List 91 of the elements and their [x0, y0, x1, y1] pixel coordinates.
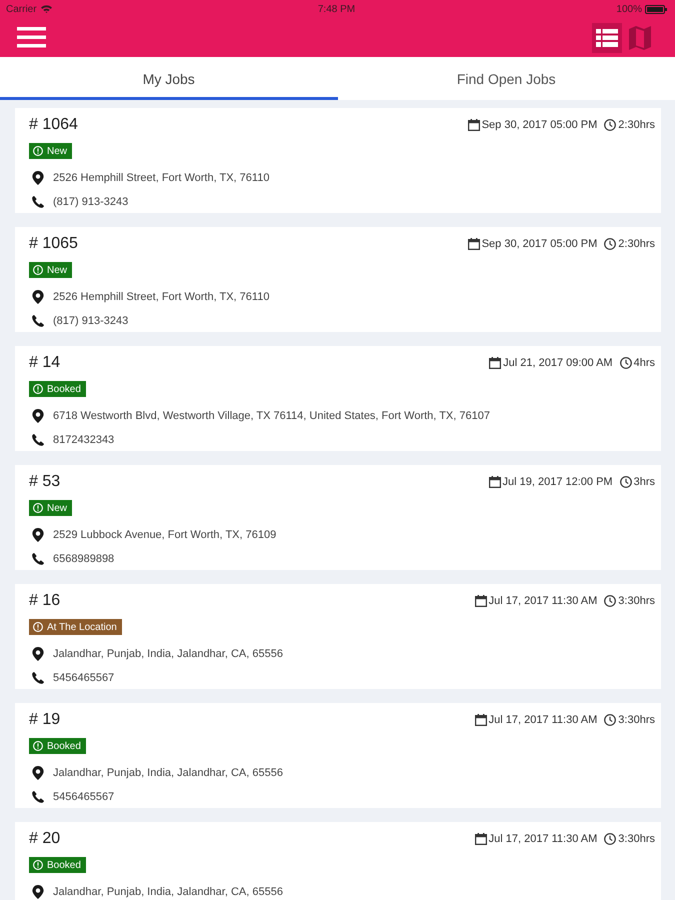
status-label: Booked	[47, 384, 81, 394]
status-label: Booked	[47, 860, 81, 870]
clock-icon	[604, 833, 616, 845]
address-text: Jalandhar, Punjab, India, Jalandhar, CA, 65556	[53, 886, 283, 898]
phone-number: 5456465567	[53, 672, 114, 684]
clock-icon	[620, 476, 632, 488]
calendar-icon	[489, 357, 502, 369]
job-duration: 3:30hrs	[618, 833, 655, 845]
phone-number: 8172432343	[53, 434, 114, 446]
phone-icon	[32, 791, 44, 803]
battery-percent: 100%	[616, 4, 642, 14]
status-label: New	[47, 264, 68, 276]
job-card[interactable]: # 14 Jul 21, 2017 09:00 AM 4hrs Booked 6718 Westworth Blvd, Westworth Village, TX 76114, United States, Fort Worth, TX, 76107 8172432343	[15, 346, 661, 451]
job-duration: 2:30hrs	[618, 238, 655, 250]
job-date: Jul 21, 2017 09:00 AM	[503, 357, 613, 369]
job-date: Jul 17, 2017 11:30 AM	[488, 714, 598, 726]
phone-number: (817) 913-3243	[53, 196, 128, 208]
address-text: 2526 Hemphill Street, Fort Worth, TX, 76110	[53, 291, 270, 303]
job-duration: 3:30hrs	[618, 595, 655, 607]
menu-icon[interactable]	[17, 27, 46, 48]
job-card[interactable]: # 1065 Sep 30, 2017 05:00 PM 2:30hrs New 2526 Hemphill Street, Fort Worth, TX, 76110 (817) 913-3243	[15, 227, 661, 332]
clock-icon	[604, 714, 616, 726]
job-number: # 19	[29, 711, 60, 729]
job-number: # 53	[29, 473, 60, 491]
calendar-icon	[474, 595, 487, 607]
phone-icon	[32, 196, 44, 208]
calendar-icon	[468, 119, 480, 131]
calendar-icon	[488, 476, 501, 488]
phone-icon	[32, 672, 44, 684]
status-label: New	[47, 502, 68, 514]
clock-icon	[620, 357, 632, 369]
job-card[interactable]: # 19 Jul 17, 2017 11:30 AM 3:30hrs Booked Jalandhar, Punjab, India, Jalandhar, CA, 65556 5456465567	[15, 703, 661, 808]
location-pin-icon	[32, 409, 44, 423]
job-number: # 14	[29, 354, 60, 372]
clock-icon	[604, 238, 616, 250]
job-date: Sep 30, 2017 05:00 PM	[482, 238, 598, 250]
job-number: # 1065	[29, 235, 78, 253]
job-duration: 2:30hrs	[618, 119, 655, 131]
calendar-icon	[468, 238, 480, 250]
job-date: Jul 17, 2017 11:30 AM	[488, 833, 598, 845]
address-text: Jalandhar, Punjab, India, Jalandhar, CA, 65556	[53, 648, 283, 660]
info-icon	[33, 265, 43, 275]
info-icon	[33, 146, 43, 156]
location-pin-icon	[32, 290, 44, 304]
job-card[interactable]: # 1064 Sep 30, 2017 05:00 PM 2:30hrs New 2526 Hemphill Street, Fort Worth, TX, 76110 (817) 913-3243	[15, 108, 661, 213]
location-pin-icon	[32, 528, 44, 542]
address-text: 2529 Lubbock Avenue, Fort Worth, TX, 76109	[53, 529, 276, 541]
job-duration: 3:30hrs	[618, 714, 655, 726]
list-view-button[interactable]	[592, 22, 622, 52]
carrier-label: Carrier	[6, 4, 37, 14]
location-pin-icon	[32, 171, 44, 185]
info-icon	[33, 741, 43, 751]
phone-icon	[32, 315, 44, 327]
clock-icon	[604, 595, 616, 607]
job-duration: 3hrs	[634, 476, 655, 488]
job-number: # 16	[29, 592, 60, 610]
info-icon	[33, 622, 43, 632]
job-number: # 20	[29, 830, 60, 848]
job-card[interactable]: # 53 Jul 19, 2017 12:00 PM 3hrs New 2529 Lubbock Avenue, Fort Worth, TX, 76109 6568989898	[15, 465, 661, 570]
job-date: Jul 17, 2017 11:30 AM	[488, 595, 598, 607]
info-icon	[33, 860, 43, 870]
info-icon	[33, 384, 43, 394]
status-label: New	[47, 146, 68, 156]
wifi-icon	[40, 5, 52, 13]
phone-number: 5456465567	[53, 791, 114, 803]
clock-icon	[604, 119, 616, 131]
battery-icon	[645, 4, 667, 14]
calendar-icon	[474, 833, 487, 845]
location-pin-icon	[32, 647, 44, 661]
status-label: At The Location	[47, 622, 117, 632]
job-card[interactable]: # 20 Jul 17, 2017 11:30 AM 3:30hrs Booked Jalandhar, Punjab, India, Jalandhar, CA, 65556	[15, 822, 661, 900]
address-text: 6718 Westworth Blvd, Westworth Village, TX 76114, United States, Fort Worth, TX, 76107	[53, 410, 490, 422]
status-label: Booked	[47, 740, 81, 752]
job-duration: 4hrs	[634, 357, 655, 369]
job-date: Jul 19, 2017 12:00 PM	[502, 476, 613, 488]
status-time: 7:48 PM	[318, 4, 356, 14]
location-pin-icon	[32, 766, 44, 780]
list-icon	[596, 28, 618, 46]
phone-icon	[32, 434, 44, 446]
address-text: Jalandhar, Punjab, India, Jalandhar, CA, 65556	[53, 767, 283, 779]
job-card[interactable]: # 16 Jul 17, 2017 11:30 AM 3:30hrs At The Location Jalandhar, Punjab, India, Jalandhar, CA, 65556 5456465567	[15, 584, 661, 689]
map-icon	[629, 26, 651, 50]
address-text: 2526 Hemphill Street, Fort Worth, TX, 76110	[53, 172, 270, 184]
info-icon	[33, 503, 43, 513]
location-pin-icon	[32, 885, 44, 899]
job-date: Sep 30, 2017 05:00 PM	[482, 119, 598, 131]
phone-icon	[32, 553, 44, 565]
calendar-icon	[474, 714, 487, 726]
phone-number: (817) 913-3243	[53, 315, 128, 327]
job-number: # 1064	[29, 116, 78, 134]
phone-number: 6568989898	[53, 553, 114, 565]
